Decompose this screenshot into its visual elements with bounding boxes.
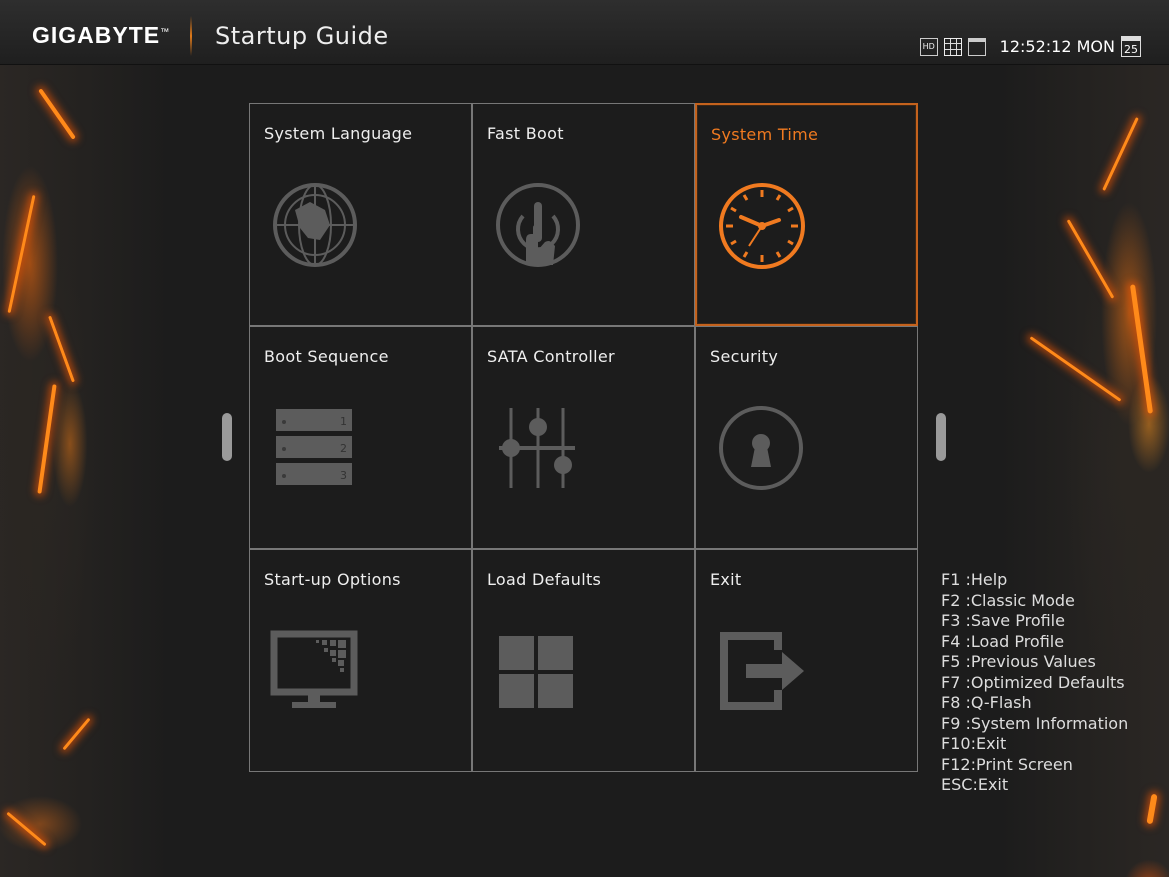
scroll-handle-right[interactable] [936, 413, 946, 461]
exit-icon [720, 632, 804, 710]
boot-order-number: 3 [340, 469, 347, 482]
hotkey-esc[interactable]: ESC:Exit [941, 775, 1128, 796]
tile-label: Boot Sequence [264, 347, 389, 366]
hotkey-f5[interactable]: F5 :Previous Values [941, 652, 1128, 673]
tile-system-time[interactable]: System Time [695, 103, 918, 326]
calendar-icon: 25 [1121, 36, 1141, 57]
hd-icon[interactable]: HD [919, 37, 938, 56]
tile-label: Security [710, 347, 779, 366]
boot-order-number: 1 [340, 415, 347, 428]
system-clock: 12:52:12 MON [999, 37, 1115, 56]
tile-label: Fast Boot [487, 124, 564, 143]
hotkey-f4[interactable]: F4 :Load Profile [941, 632, 1128, 653]
sliders-icon [499, 408, 575, 488]
tile-boot-sequence[interactable]: Boot Sequence 1 2 3 [249, 326, 472, 549]
window-view-icon[interactable] [967, 37, 986, 56]
hotkey-legend: F1 :Help F2 :Classic Mode F3 :Save Profi… [941, 570, 1128, 796]
hotkey-f1[interactable]: F1 :Help [941, 570, 1128, 591]
tile-security[interactable]: Security [695, 326, 918, 549]
keyhole-icon [719, 406, 803, 490]
tile-label: Load Defaults [487, 570, 602, 589]
tile-system-language[interactable]: System Language [249, 103, 472, 326]
startup-guide-grid: System Language Fast Boot System Time Bo… [249, 103, 918, 772]
grid-view-icon[interactable] [943, 37, 962, 56]
power-touch-icon [496, 183, 580, 267]
tile-label: Exit [710, 570, 742, 589]
monitor-icon [270, 630, 358, 708]
header-divider [190, 16, 192, 56]
boot-order-number: 2 [340, 442, 347, 455]
hotkey-f10[interactable]: F10:Exit [941, 734, 1128, 755]
tile-load-defaults[interactable]: Load Defaults [472, 549, 695, 772]
globe-icon [273, 183, 357, 267]
top-bar: GIGABYTE™ Startup Guide HD 12:52:12 MON … [0, 0, 1169, 65]
tile-sata-controller[interactable]: SATA Controller [472, 326, 695, 549]
hotkey-f8[interactable]: F8 :Q-Flash [941, 693, 1128, 714]
tile-label: System Time [711, 125, 819, 144]
page-title: Startup Guide [215, 22, 389, 50]
clock-icon [719, 183, 805, 269]
hotkey-f2[interactable]: F2 :Classic Mode [941, 591, 1128, 612]
tile-label: SATA Controller [487, 347, 615, 366]
hotkey-f3[interactable]: F3 :Save Profile [941, 611, 1128, 632]
lava-background-left [0, 64, 170, 877]
scroll-handle-left[interactable] [222, 413, 232, 461]
tile-fast-boot[interactable]: Fast Boot [472, 103, 695, 326]
tile-startup-options[interactable]: Start-up Options [249, 549, 472, 772]
tile-label: System Language [264, 124, 413, 143]
boot-order-icon: 1 2 3 [276, 409, 352, 485]
header-status: HD 12:52:12 MON 25 [919, 36, 1141, 57]
hotkey-f12[interactable]: F12:Print Screen [941, 755, 1128, 776]
hotkey-f9[interactable]: F9 :System Information [941, 714, 1128, 735]
gigabyte-logo: GIGABYTE™ [32, 22, 171, 48]
hotkey-f7[interactable]: F7 :Optimized Defaults [941, 673, 1128, 694]
tile-exit[interactable]: Exit [695, 549, 918, 772]
tile-label: Start-up Options [264, 570, 401, 589]
four-squares-icon [499, 636, 573, 708]
